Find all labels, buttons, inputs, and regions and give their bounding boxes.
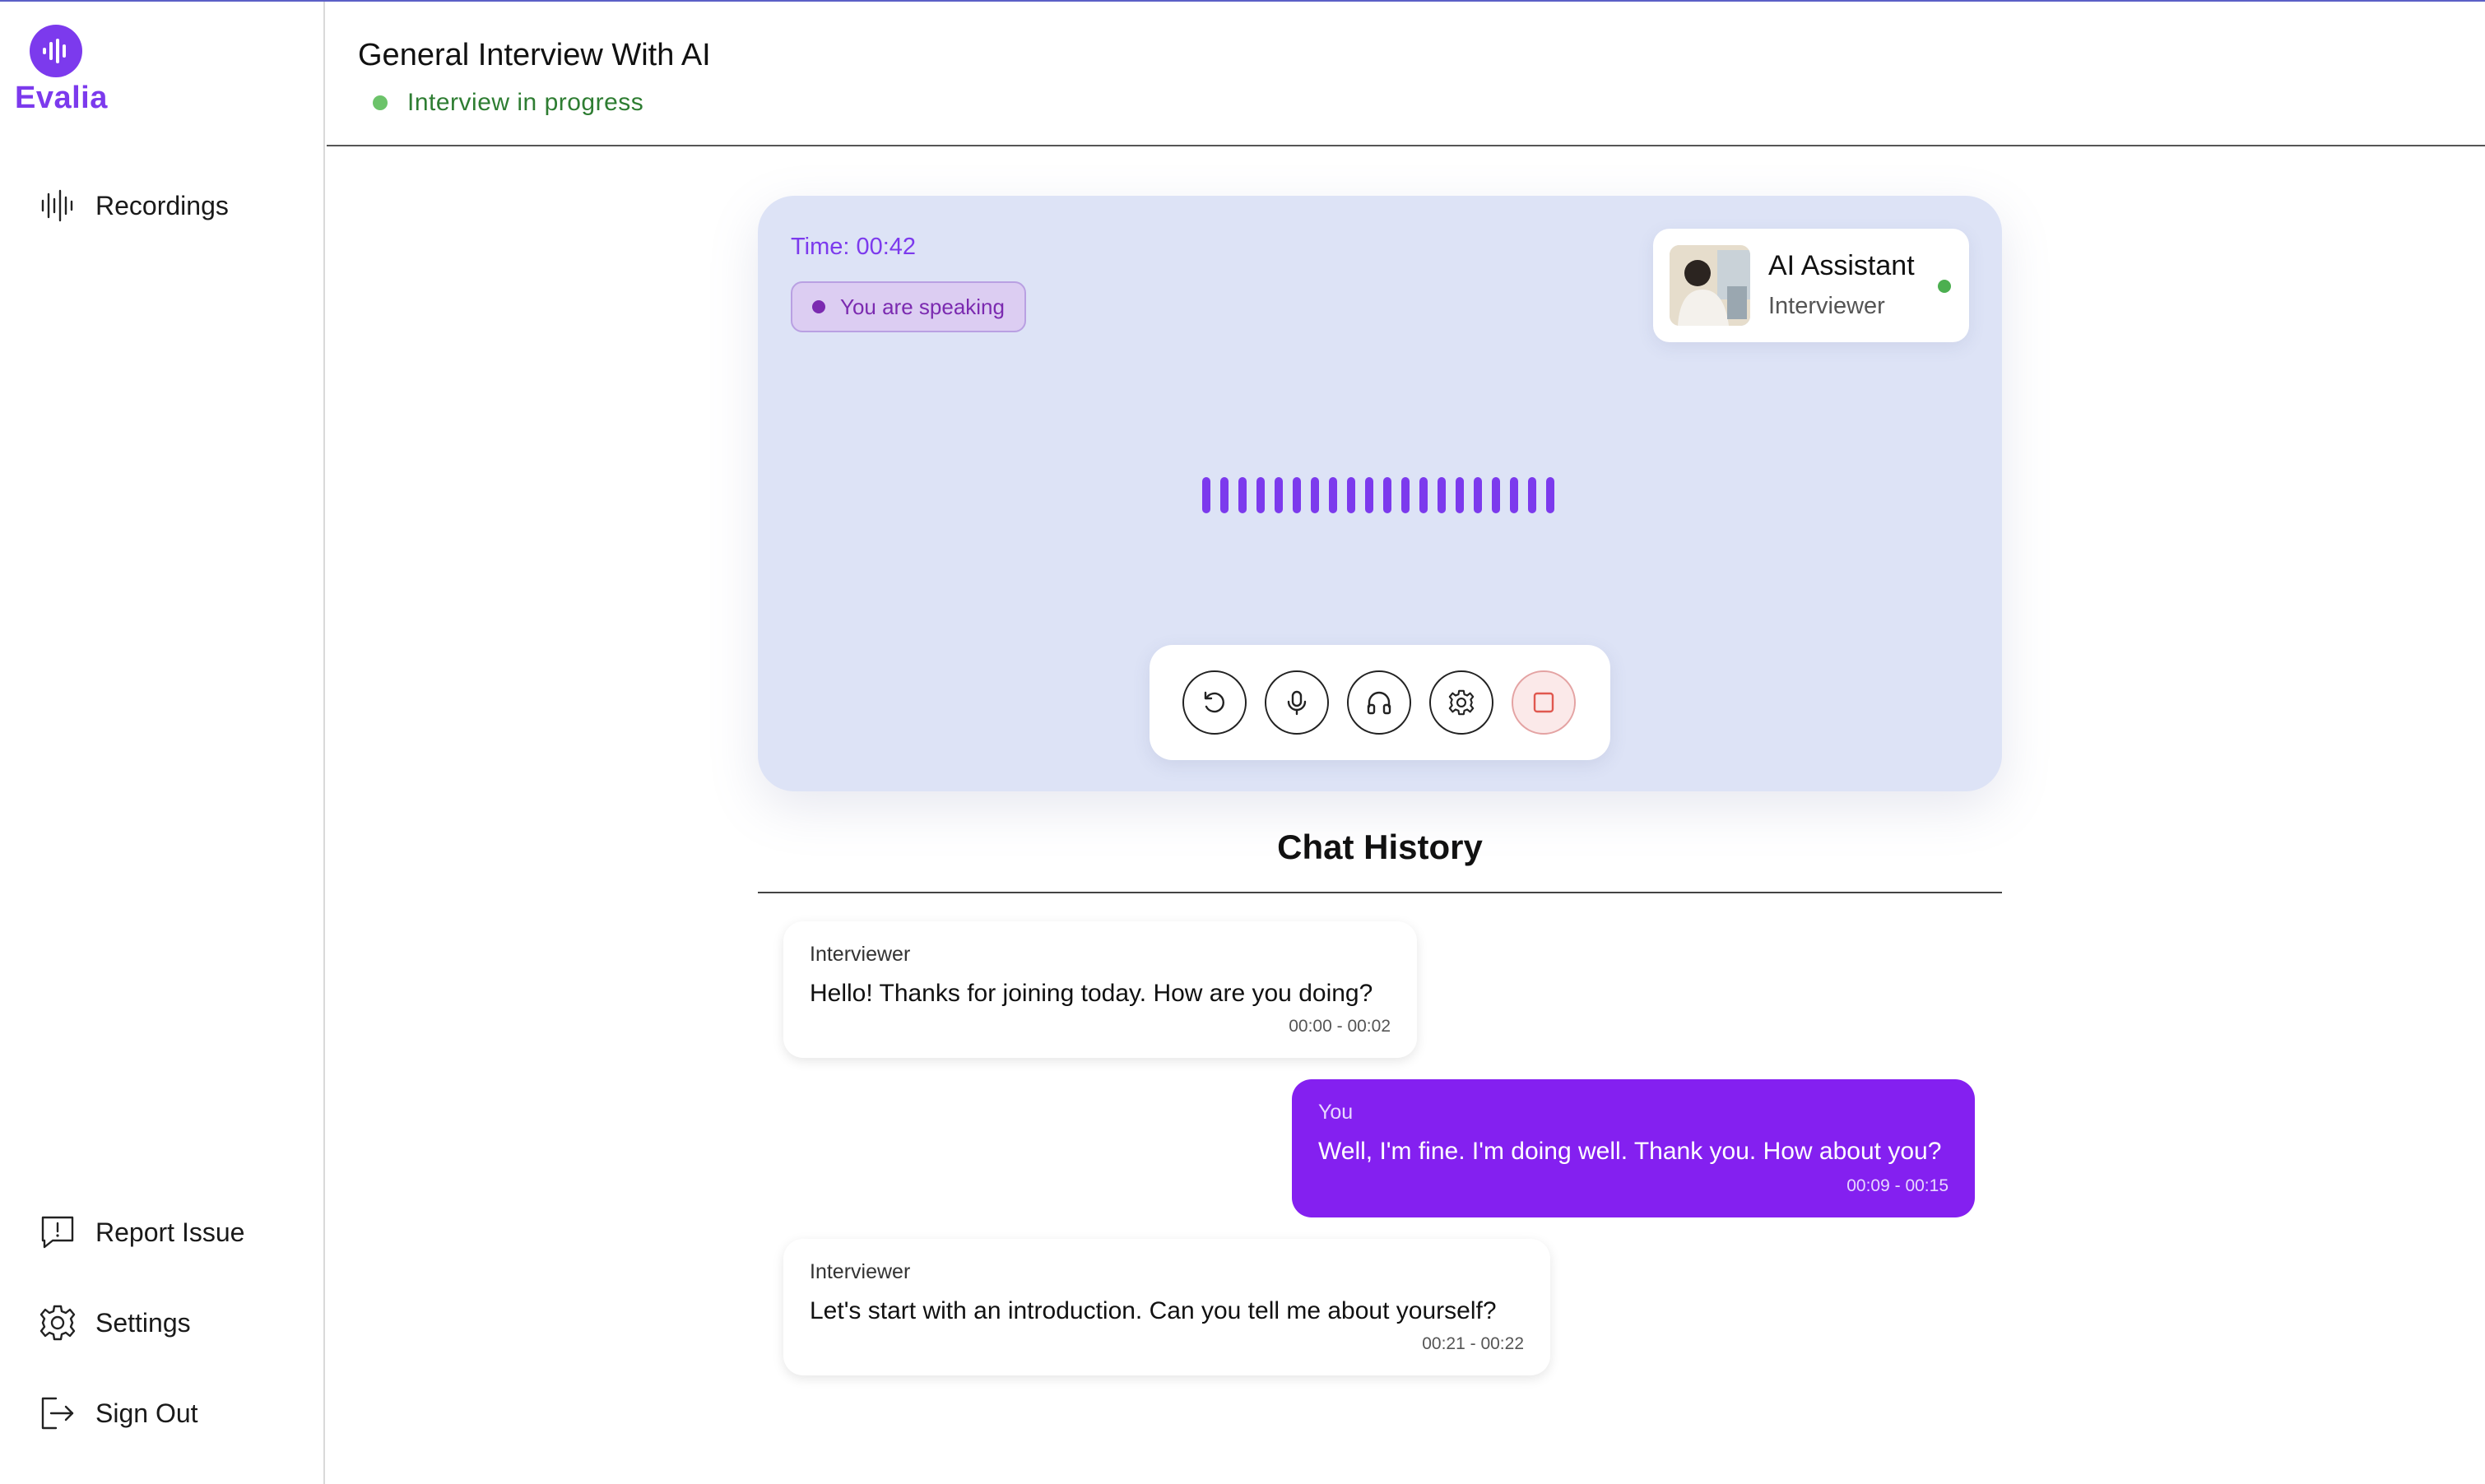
wave-bar <box>1438 477 1446 513</box>
microphone-button[interactable] <box>1265 670 1329 735</box>
assistant-role: Interviewer <box>1768 293 1885 319</box>
restart-icon <box>1204 691 1224 713</box>
call-panel: Time: 00:42 You are speaking AI Assistan… <box>758 196 2002 791</box>
microphone-icon <box>1287 690 1307 716</box>
chat-history-title: Chat History <box>1277 828 1483 866</box>
assistant-card: AI Assistant Interviewer <box>1653 229 1969 342</box>
wave-bar <box>1365 477 1373 513</box>
wave-bar <box>1492 477 1500 513</box>
wave-bar <box>1528 477 1536 513</box>
chat-message-interviewer: Interviewer Let's start with an introduc… <box>783 1239 1550 1375</box>
page-header: General Interview With AI Interview in p… <box>327 2 2485 146</box>
end-call-button[interactable] <box>1512 670 1576 735</box>
sidebar: Evalia Recordings Report Issue Settings … <box>0 2 325 1484</box>
headphones-icon <box>1367 691 1391 715</box>
waveform-icon <box>38 186 77 225</box>
report-issue-icon <box>38 1213 77 1252</box>
wave-bar <box>1256 477 1265 513</box>
wave-bar <box>1456 477 1464 513</box>
wave-bar <box>1510 477 1518 513</box>
message-speaker: You <box>1318 1101 1354 1124</box>
settings-button[interactable] <box>1429 670 1493 735</box>
speaking-dot-icon <box>812 300 825 313</box>
wave-bar <box>1347 477 1355 513</box>
app-root: Evalia Recordings Report Issue Settings … <box>0 0 2485 1484</box>
sidebar-item-label: Report Issue <box>95 1217 245 1247</box>
sidebar-item-label: Recordings <box>95 190 229 220</box>
assistant-name: AI Assistant <box>1768 250 1915 281</box>
wave-bar <box>1311 477 1319 513</box>
message-timestamp: 00:00 - 00:02 <box>1289 1017 1391 1036</box>
sidebar-item-settings[interactable]: Settings <box>38 1303 191 1343</box>
assistant-avatar <box>1670 245 1750 326</box>
status-text: Interview in progress <box>407 89 644 116</box>
speaking-label: You are speaking <box>840 294 1005 319</box>
wave-bar <box>1401 477 1410 513</box>
status-dot-icon <box>373 95 388 110</box>
restart-button[interactable] <box>1182 670 1247 735</box>
message-speaker: Interviewer <box>810 1260 911 1283</box>
gear-icon <box>38 1303 77 1343</box>
wave-bar <box>1329 477 1337 513</box>
sidebar-item-report-issue[interactable]: Report Issue <box>38 1213 244 1252</box>
message-timestamp: 00:21 - 00:22 <box>1422 1334 1524 1353</box>
sidebar-item-sign-out[interactable]: Sign Out <box>38 1394 198 1433</box>
message-timestamp: 00:09 - 00:15 <box>1846 1176 1949 1195</box>
interview-status: Interview in progress <box>373 89 643 117</box>
brand-logo[interactable]: Evalia <box>15 25 114 117</box>
message-text: Let's start with an introduction. Can yo… <box>810 1297 1497 1324</box>
page-title: General Interview With AI <box>358 38 711 72</box>
message-speaker: Interviewer <box>810 943 911 966</box>
wave-bar <box>1238 477 1247 513</box>
sidebar-item-label: Sign Out <box>95 1398 198 1428</box>
speaking-indicator: You are speaking <box>791 281 1026 332</box>
audio-waveform <box>1202 475 1554 515</box>
wave-bar <box>1474 477 1482 513</box>
sidebar-item-label: Settings <box>95 1307 191 1338</box>
message-text: Well, I'm fine. I'm doing well. Thank yo… <box>1318 1138 1942 1165</box>
gear-icon <box>1448 689 1475 716</box>
stop-icon <box>1533 692 1554 713</box>
brand-name: Evalia <box>15 81 108 115</box>
sidebar-item-recordings[interactable]: Recordings <box>38 186 229 225</box>
wave-bar <box>1202 477 1210 513</box>
wave-bar <box>1419 477 1428 513</box>
call-timer: Time: 00:42 <box>791 234 917 260</box>
wave-bar <box>1275 477 1283 513</box>
chat-divider <box>758 892 2002 893</box>
logo-waveform-icon <box>30 25 82 77</box>
chat-message-interviewer: Interviewer Hello! Thanks for joining to… <box>783 921 1417 1058</box>
wave-bar <box>1383 477 1391 513</box>
message-text: Hello! Thanks for joining today. How are… <box>810 980 1373 1007</box>
wave-bar <box>1293 477 1301 513</box>
call-controls <box>1150 645 1610 760</box>
wave-bar <box>1546 477 1554 513</box>
online-status-icon <box>1938 280 1951 293</box>
sign-out-icon <box>38 1394 77 1433</box>
wave-bar <box>1220 477 1229 513</box>
headphones-button[interactable] <box>1347 670 1411 735</box>
chat-message-you: You Well, I'm fine. I'm doing well. Than… <box>1292 1079 1975 1217</box>
